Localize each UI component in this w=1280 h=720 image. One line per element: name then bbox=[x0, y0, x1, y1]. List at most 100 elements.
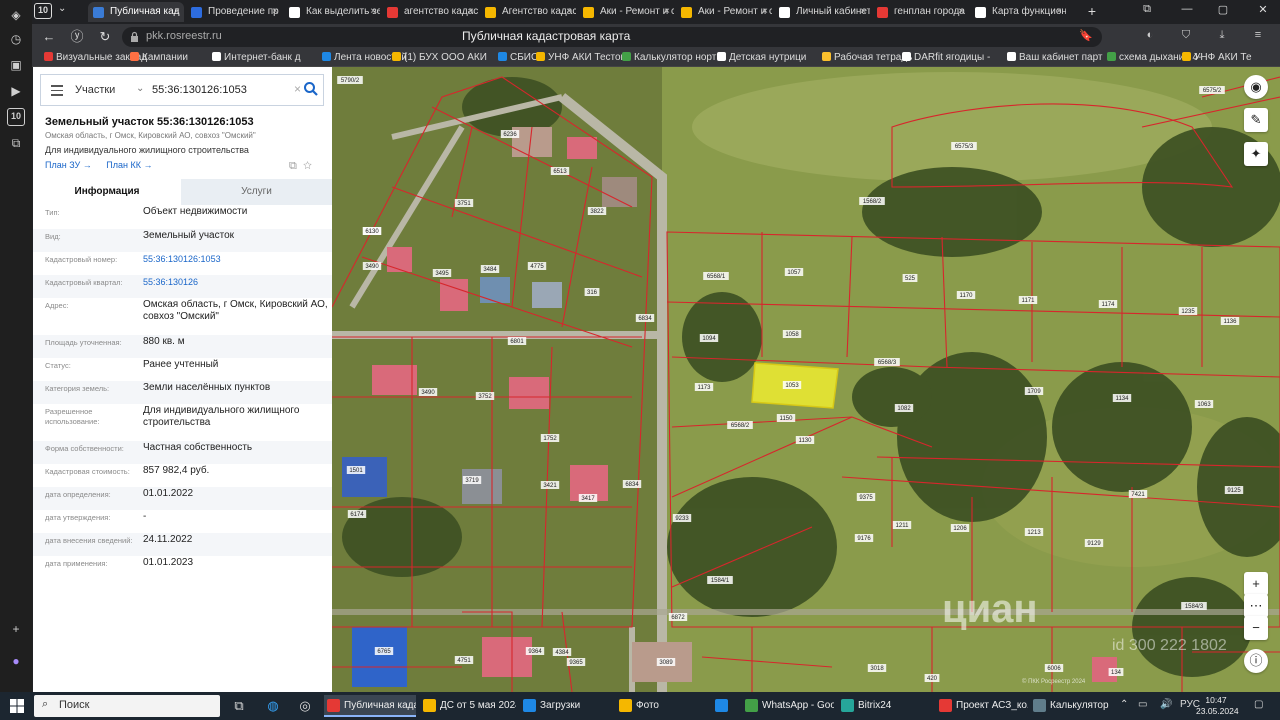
parcel-number-label[interactable]: 1206 bbox=[953, 526, 967, 532]
taskbar-app[interactable]: Загрузки bbox=[520, 695, 612, 717]
parcel-number-label[interactable]: 1170 bbox=[960, 293, 974, 299]
network-icon[interactable]: ▭ bbox=[1138, 699, 1147, 710]
parcel-number-label[interactable]: 6568/2 bbox=[731, 423, 750, 429]
tab-close-icon[interactable]: × bbox=[1056, 2, 1062, 22]
parcel-number-label[interactable]: 6872 bbox=[671, 615, 685, 621]
tab-close-icon[interactable]: × bbox=[174, 2, 180, 22]
parcel-number-label[interactable]: 3490 bbox=[421, 390, 435, 396]
info-icon[interactable]: ⓘ bbox=[1244, 649, 1268, 673]
shield-icon[interactable]: ⛉ bbox=[1178, 29, 1194, 42]
bookmark-item[interactable]: Детская нутрици bbox=[717, 52, 806, 63]
parcel-number-label[interactable]: 3751 bbox=[457, 201, 471, 207]
taskbar-app[interactable]: Публичная када... bbox=[324, 695, 416, 717]
parcel-number-label[interactable]: 3417 bbox=[581, 496, 595, 502]
parcel-number-label[interactable]: 3089 bbox=[659, 660, 673, 666]
parcel-number-label[interactable]: 1130 bbox=[799, 438, 813, 444]
parcel-number-label[interactable]: 3490 bbox=[365, 264, 379, 270]
tab-close-icon[interactable]: × bbox=[664, 2, 670, 22]
taskbar-app[interactable]: WhatsApp - Goo... bbox=[742, 695, 834, 717]
parcel-number-label[interactable]: 7421 bbox=[1131, 492, 1145, 498]
parcel-number-label[interactable]: 3752 bbox=[478, 394, 492, 400]
parcel-number-label[interactable]: 3484 bbox=[483, 267, 497, 273]
hamburger-menu-icon[interactable] bbox=[51, 85, 63, 99]
parcel-number-label[interactable]: 3495 bbox=[435, 271, 449, 277]
app-icon[interactable]: ◎ bbox=[296, 697, 314, 715]
bookmark-icon[interactable]: 🔖 bbox=[1078, 29, 1094, 42]
map-canvas[interactable]: 5790/26575/26575/31568/26830623665133822… bbox=[332, 67, 1280, 692]
parcel-number-label[interactable]: 1235 bbox=[1181, 309, 1195, 315]
browser-tab[interactable]: Как выделить зе × bbox=[284, 2, 380, 22]
property-link[interactable]: 55:36:130126 bbox=[143, 276, 328, 288]
more-options-icon[interactable]: ⋯ bbox=[1244, 594, 1268, 618]
edge-icon[interactable]: ◍ bbox=[264, 697, 282, 715]
parcel-number-label[interactable]: 6765 bbox=[377, 649, 391, 655]
parcel-number-label[interactable]: 3822 bbox=[590, 209, 604, 215]
bookmark-item[interactable]: УНФ АКИ Тестов bbox=[536, 52, 626, 63]
parcel-number-label[interactable]: 6236 bbox=[503, 132, 517, 138]
bookmark-item[interactable]: Ваш кабинет парт bbox=[1007, 52, 1103, 63]
reload-button[interactable]: ↻ bbox=[96, 28, 114, 46]
browser-tab[interactable]: Аки - Ремонт и с × bbox=[578, 2, 674, 22]
parcel-number-label[interactable]: 9125 bbox=[1227, 488, 1241, 494]
parcel-number-label[interactable]: 9233 bbox=[675, 516, 689, 522]
back-button[interactable]: ← bbox=[40, 28, 58, 46]
bookmark-item[interactable]: Рабочая тетрадь bbox=[822, 52, 912, 63]
parcel-number-label[interactable]: 4775 bbox=[530, 264, 544, 270]
taskbar-app[interactable] bbox=[712, 695, 738, 717]
zoom-out-button[interactable]: − bbox=[1244, 616, 1268, 640]
parcel-number-label[interactable]: 3421 bbox=[543, 483, 557, 489]
tab-count-button[interactable]: 10 bbox=[34, 3, 52, 19]
tab-close-icon[interactable]: × bbox=[566, 2, 572, 22]
bookmark-item[interactable]: (1) БУХ ООО АКИ bbox=[392, 52, 487, 63]
url-box[interactable]: pkk.rosreestr.ru Публичная кадастровая к… bbox=[122, 27, 1102, 47]
parcel-number-label[interactable]: 420 bbox=[927, 676, 938, 682]
tab-services[interactable]: Услуги bbox=[181, 179, 332, 205]
parcel-number-label[interactable]: 1213 bbox=[1027, 530, 1041, 536]
new-tab-button[interactable]: + bbox=[1083, 3, 1101, 21]
browser-tab[interactable]: Проведение пр × bbox=[186, 2, 282, 22]
bookmark-item[interactable]: Калькулятор норт bbox=[622, 52, 716, 63]
clear-icon[interactable]: × bbox=[294, 82, 301, 96]
browser-tab[interactable]: Агентство кадас × bbox=[480, 2, 576, 22]
parcel-number-label[interactable]: 1053 bbox=[785, 383, 799, 389]
parcel-number-label[interactable]: 6575/2 bbox=[1203, 88, 1222, 94]
taskbar-app[interactable]: ДС от 5 мая 2024 bbox=[420, 695, 516, 717]
ten-badge-icon[interactable]: 10 bbox=[7, 108, 25, 126]
notifications-icon[interactable]: ▢ bbox=[1254, 699, 1263, 710]
bookmark-item[interactable]: Кампании bbox=[130, 52, 188, 63]
taskbar-app[interactable]: Bitrix24 bbox=[838, 695, 930, 717]
bookmark-item[interactable]: DARfit ягодицы - bbox=[902, 52, 990, 63]
history-icon[interactable]: ◷ bbox=[7, 30, 25, 48]
volume-icon[interactable]: 🔊 bbox=[1160, 699, 1172, 710]
plan-kk-link[interactable]: План КК → bbox=[106, 160, 152, 170]
tab-close-icon[interactable]: × bbox=[272, 2, 278, 22]
parcel-number-label[interactable]: 134 bbox=[1111, 670, 1122, 676]
parcel-number-label[interactable]: 6006 bbox=[1047, 666, 1061, 672]
parcel-number-label[interactable]: 9364 bbox=[528, 649, 542, 655]
task-view-icon[interactable]: ⧉ bbox=[230, 697, 248, 715]
parcel-number-label[interactable]: 6568/1 bbox=[707, 274, 726, 280]
tab-close-icon[interactable]: × bbox=[958, 2, 964, 22]
parcel-number-label[interactable]: 4751 bbox=[457, 658, 471, 664]
star-icon[interactable]: ☆ bbox=[303, 160, 312, 172]
app-logo-icon[interactable]: ◈ bbox=[7, 6, 25, 24]
add-icon[interactable]: + bbox=[7, 620, 25, 638]
windows-start-icon[interactable] bbox=[10, 699, 24, 713]
copy-link-icon[interactable]: ⧉ bbox=[289, 160, 297, 172]
maximize-button[interactable]: ▢ bbox=[1214, 3, 1232, 16]
browser-tab[interactable]: Аки - Ремонт и с × bbox=[676, 2, 772, 22]
parcel-number-label[interactable]: 1752 bbox=[543, 436, 557, 442]
parcel-number-label[interactable]: 3018 bbox=[870, 666, 884, 672]
parcel-number-label[interactable]: 6801 bbox=[510, 339, 524, 345]
download-icon[interactable]: ⤓ bbox=[1214, 29, 1230, 42]
compass-icon[interactable]: ✦ bbox=[1244, 142, 1268, 166]
parcel-number-label[interactable]: 1568/2 bbox=[863, 199, 882, 205]
search-icon[interactable] bbox=[303, 81, 319, 97]
parcel-number-label[interactable]: 9375 bbox=[859, 495, 873, 501]
parcel-number-label[interactable]: 9176 bbox=[857, 536, 871, 542]
parcel-number-label[interactable]: 1134 bbox=[1116, 396, 1130, 402]
tab-close-icon[interactable]: × bbox=[468, 2, 474, 22]
property-link[interactable]: 55:36:130126:1053 bbox=[143, 253, 328, 265]
tab-search-icon[interactable]: ⧉ bbox=[1138, 3, 1156, 16]
yandex-icon[interactable]: ⓨ bbox=[68, 28, 86, 46]
